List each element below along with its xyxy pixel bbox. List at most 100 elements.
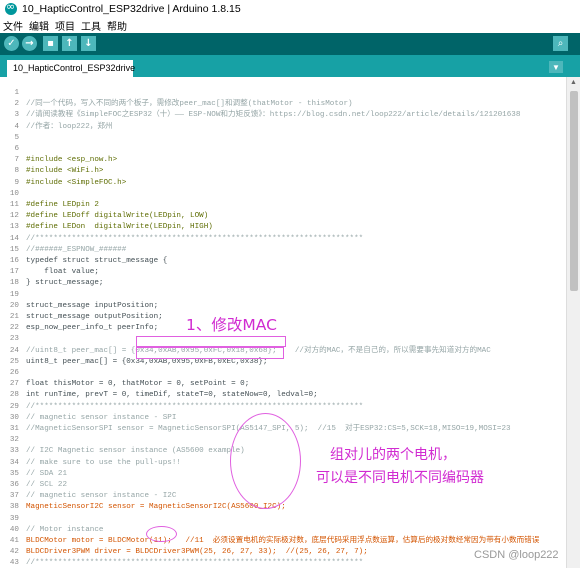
code-line: 27 float thisMotor = 0, thatMotor = 0, se… <box>0 379 566 390</box>
annotation-ellipse-pole-pairs <box>146 526 177 542</box>
menu-help[interactable]: 帮助 <box>107 18 127 33</box>
line-number: 37 <box>9 492 19 501</box>
code-text: float value; <box>26 268 99 277</box>
annotation-ellipse-sensors <box>230 413 301 509</box>
line-number: 29 <box>9 402 19 411</box>
code-line: 7 #include <esp_now.h> <box>0 155 566 166</box>
new-file-icon[interactable]: ▪ <box>43 36 58 51</box>
line-number: 9 <box>14 178 19 187</box>
line-number: 6 <box>14 145 19 153</box>
open-icon[interactable]: ↑ <box>62 36 77 51</box>
code-line: 39 <box>0 514 566 525</box>
code-text: struct_message inputPosition; <box>26 301 159 310</box>
code-text: #define LEDoff digitalWrite(LEDpin, LOW) <box>26 212 209 221</box>
scroll-up-icon[interactable]: ▲ <box>567 77 580 89</box>
line-number: 8 <box>14 167 19 176</box>
code-line: 11 #define LEDpin 2 <box>0 200 566 211</box>
code-text: //######_ESPNOW_###### <box>26 245 127 254</box>
code-text: //作者：loop222，郑州 <box>26 122 113 131</box>
window-title: 10_HapticControl_ESP32drive | Arduino 1.… <box>22 2 241 15</box>
toolbar: ✓ → ▪ ↑ ↓ ⌕ <box>0 33 580 55</box>
annotation-mac-note: 1、修改MAC <box>186 316 277 334</box>
scroll-thumb[interactable] <box>570 91 578 291</box>
upload-icon[interactable]: → <box>22 36 37 51</box>
code-line: 28 int runTime, prevT = 0, timeDif, state… <box>0 390 566 401</box>
line-number: 1 <box>14 89 19 97</box>
line-number: 17 <box>9 268 19 277</box>
menu-bar: 文件 编辑 项目 工具 帮助 <box>0 17 580 33</box>
code-text: //同一个代码，写入不同的两个板子，需修改peer_mac[]和调整(thatM… <box>26 100 353 109</box>
menu-sketch[interactable]: 项目 <box>55 18 75 33</box>
line-number: 12 <box>9 212 19 221</box>
code-text: float thisMotor = 0, thatMotor = 0, setP… <box>26 380 250 389</box>
verify-icon[interactable]: ✓ <box>4 36 19 51</box>
code-line: 5 <box>0 133 566 144</box>
code-line: 41 BLDCMotor motor = BLDCMotor(11); //11 … <box>0 536 566 547</box>
code-line: 26 <box>0 368 566 379</box>
code-text: // SCL 22 <box>26 481 68 489</box>
tab-menu-icon[interactable]: ▼ <box>549 61 563 73</box>
code-line: 10 <box>0 189 566 200</box>
code-text: #define LEDon digitalWrite(LEDpin, HIGH) <box>26 223 213 232</box>
code-line: 38 MagneticSensorI2C sensor = MagneticSen… <box>0 502 566 513</box>
code-line: 9 #include <SimpleFOC.h> <box>0 178 566 189</box>
line-number: 41 <box>9 537 19 545</box>
code-text: #include <WiFi.h> <box>26 167 104 176</box>
code-text: //请阅读教程《SimpleFOC之ESP32（十）—— ESP-NOW和力矩反… <box>26 111 521 120</box>
menu-tools[interactable]: 工具 <box>81 18 101 33</box>
code-line: 29 //************************************… <box>0 402 566 413</box>
code-text: // magnetic sensor instance - SPI <box>26 413 177 422</box>
code-text: int runTime, prevT = 0, timeDif, stateT=… <box>26 391 318 400</box>
code-line: 22 esp_now_peer_info_t peerInfo; <box>0 323 566 334</box>
code-text: MagneticSensorI2C sensor = MagneticSenso… <box>26 503 286 512</box>
line-number: 19 <box>9 290 19 299</box>
line-number: 3 <box>14 111 19 120</box>
arduino-logo-icon <box>5 0 17 15</box>
line-number: 39 <box>9 514 19 523</box>
code-line: 19 <box>0 290 566 301</box>
menu-file[interactable]: 文件 <box>3 18 23 33</box>
code-line: 1 <box>0 88 566 99</box>
code-text: struct_message outputPosition; <box>26 313 163 321</box>
code-text: // magnetic sensor instance - I2C <box>26 492 177 501</box>
code-text: #include <esp_now.h> <box>26 156 118 165</box>
code-text: // SDA 21 <box>26 469 68 478</box>
line-number: 23 <box>9 335 19 344</box>
code-line: 3 //请阅读教程《SimpleFOC之ESP32（十）—— ESP-NOW和力矩… <box>0 110 566 121</box>
code-line: 14 //************************************… <box>0 234 566 245</box>
line-number: 32 <box>9 436 19 445</box>
line-number: 42 <box>9 548 19 557</box>
line-number: 10 <box>9 189 19 198</box>
code-line: 4 //作者：loop222，郑州 <box>0 122 566 133</box>
vertical-scrollbar[interactable]: ▲ <box>566 77 580 568</box>
code-text: #include <SimpleFOC.h> <box>26 178 127 187</box>
menu-edit[interactable]: 编辑 <box>29 18 49 33</box>
code-line: 21 struct_message outputPosition; <box>0 312 566 323</box>
code-line: 20 struct_message inputPosition; <box>0 301 566 312</box>
annotation-box-commented-mac <box>136 336 286 347</box>
line-number: 28 <box>9 391 19 400</box>
serial-monitor-icon[interactable]: ⌕ <box>553 36 568 51</box>
line-number: 2 <box>14 100 19 109</box>
tab-sketch[interactable]: 10_HapticControl_ESP32drive <box>7 60 135 77</box>
line-number: 7 <box>14 156 19 165</box>
line-number: 36 <box>9 481 19 489</box>
line-number: 24 <box>9 346 19 355</box>
line-number: 14 <box>9 234 19 243</box>
code-line: 17 float value; <box>0 267 566 278</box>
title-bar: 10_HapticControl_ESP32drive | Arduino 1.… <box>0 0 580 17</box>
line-number: 27 <box>9 380 19 389</box>
code-text: //**************************************… <box>26 402 364 411</box>
line-number: 30 <box>9 413 19 422</box>
save-icon[interactable]: ↓ <box>81 36 96 51</box>
line-number: 38 <box>9 503 19 512</box>
code-line: 8 #include <WiFi.h> <box>0 166 566 177</box>
line-number: 34 <box>9 458 19 467</box>
code-line: 15 //######_ESPNOW_###### <box>0 245 566 256</box>
line-number: 11 <box>9 201 19 209</box>
code-line: 13 #define LEDon digitalWrite(LEDpin, HIG… <box>0 222 566 233</box>
code-line: 12 #define LEDoff digitalWrite(LEDpin, LO… <box>0 211 566 222</box>
csdn-watermark: CSDN @loop222 <box>474 549 559 561</box>
annotation-motor-note-line2: 可以是不同电机不同编码器 <box>316 470 484 486</box>
line-number: 20 <box>9 301 19 310</box>
